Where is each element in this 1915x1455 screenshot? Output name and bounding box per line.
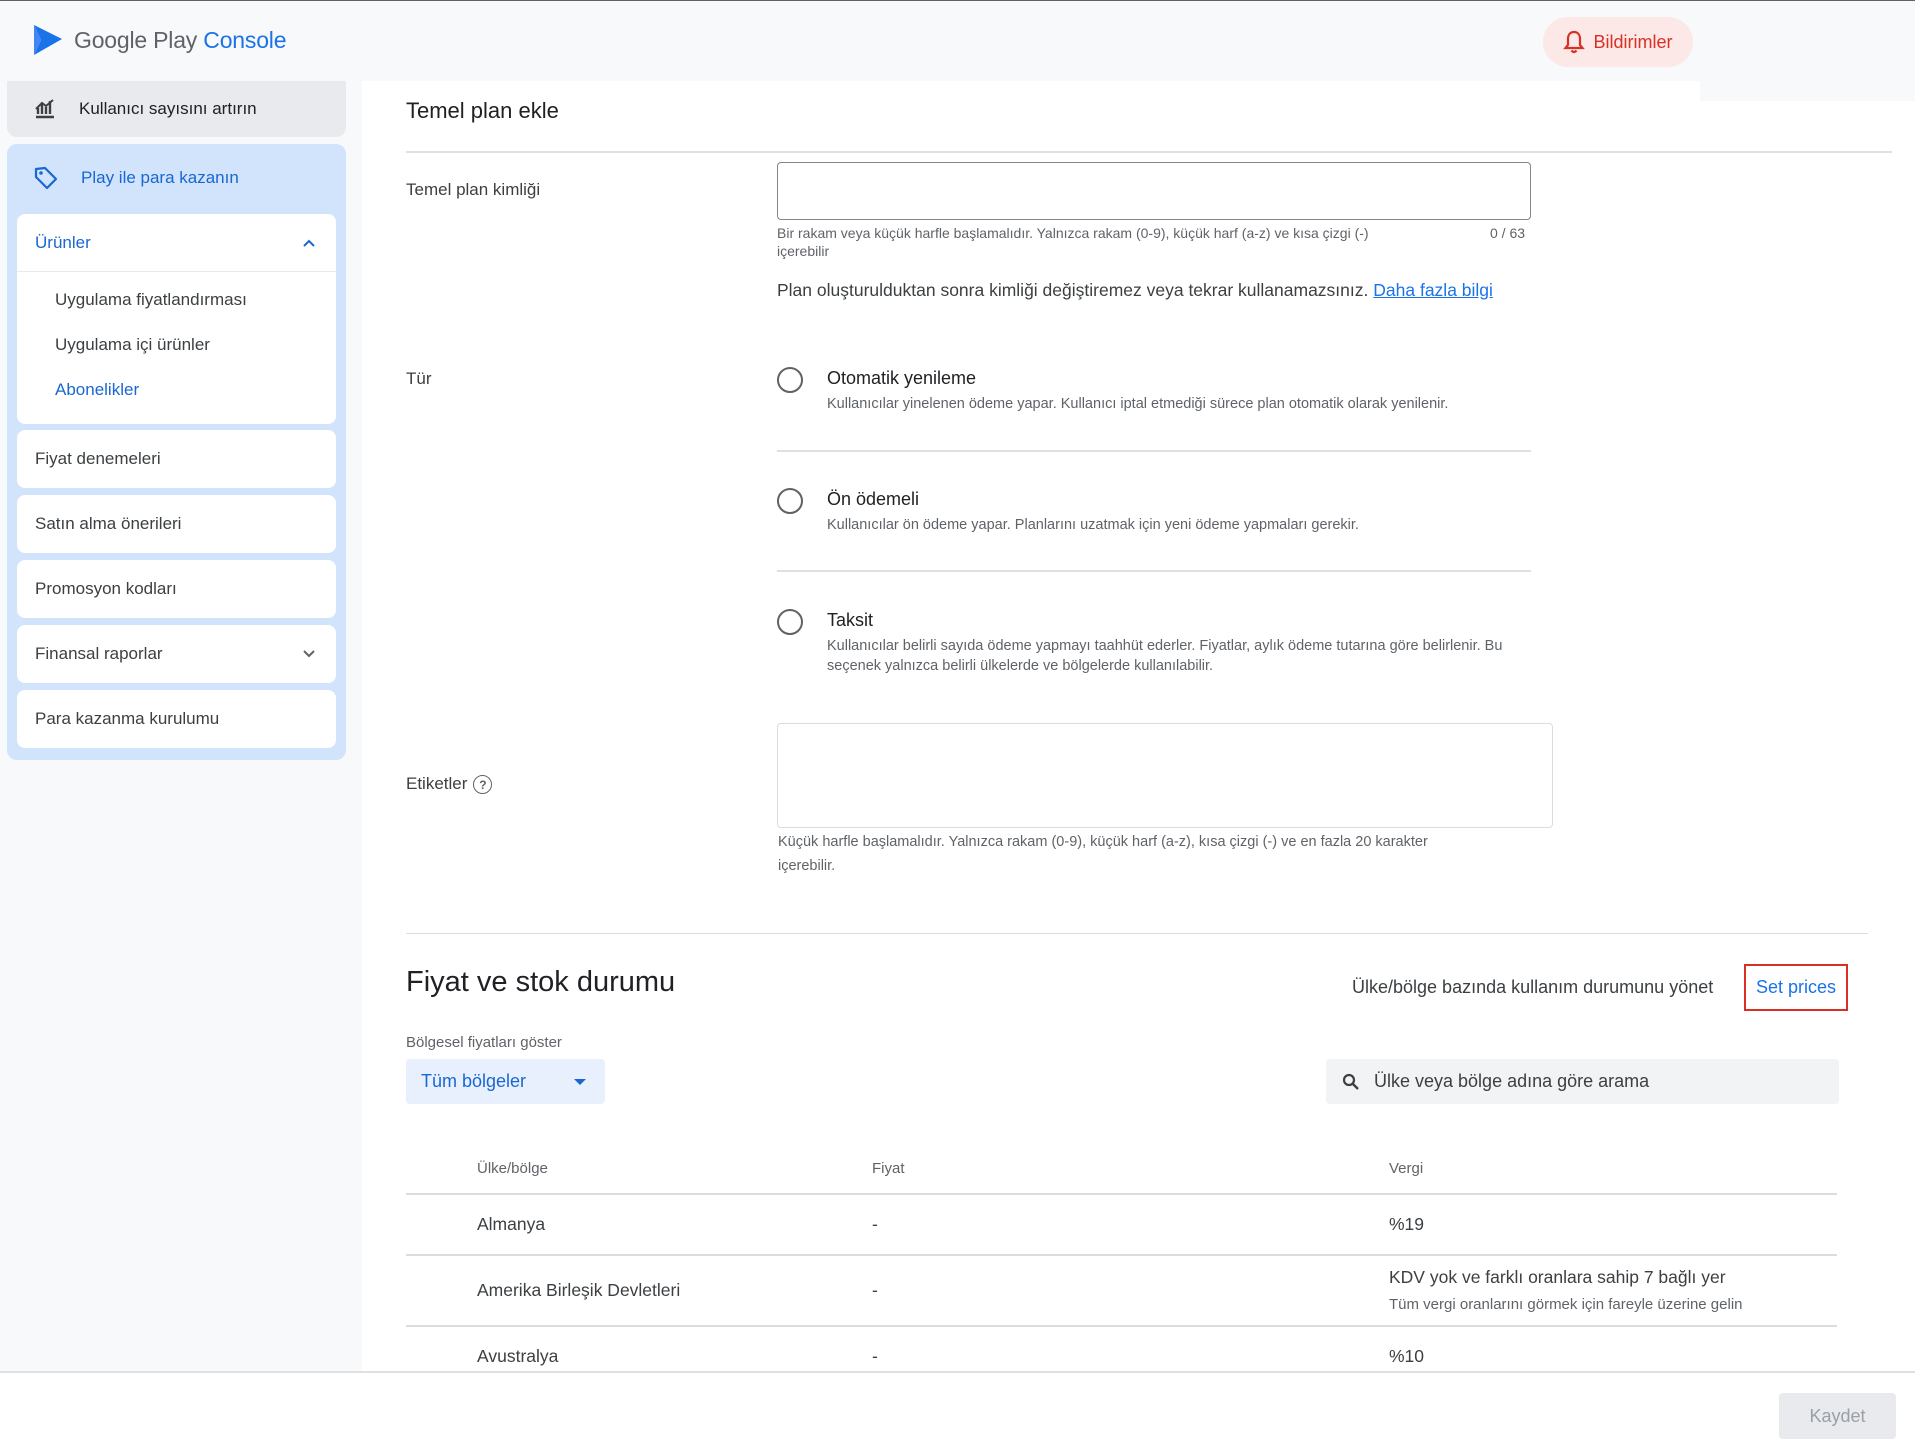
tags-label-text: Etiketler	[406, 774, 468, 793]
radio-auto-renew[interactable]	[777, 367, 803, 393]
divider	[406, 1193, 1837, 1195]
country-search[interactable]	[1326, 1059, 1839, 1104]
pricing-section-title: Fiyat ve stok durumu	[406, 966, 676, 998]
notifications-label: Bildirimler	[1593, 31, 1673, 52]
column-header-price[interactable]: Fiyat	[872, 1160, 905, 1177]
divider	[406, 933, 1868, 934]
chevron-down-icon	[303, 650, 315, 658]
hint-line: Küçük harfle başlamalıdır. Yalnızca raka…	[778, 834, 1428, 850]
regional-prices-label: Bölgesel fiyatları göster	[406, 1034, 562, 1051]
radio-installments[interactable]	[777, 609, 803, 635]
column-header-tax[interactable]: Vergi	[1389, 1160, 1423, 1177]
sidebar: Kullanıcı sayısını artırın Play ile para…	[0, 81, 362, 1371]
logo-text: Google Play Console	[74, 26, 287, 53]
chevron-up-icon	[303, 239, 315, 247]
divider	[406, 1325, 1837, 1327]
top-bar: Google Play Console Bildirimler	[0, 0, 1915, 81]
play-console-logo[interactable]: Google Play Console	[32, 23, 286, 57]
sidebar-item-label: Play ile para kazanın	[81, 168, 239, 187]
sidebar-item-label: Finansal raporlar	[35, 644, 163, 663]
price-tag-icon	[34, 166, 58, 190]
save-button[interactable]: Kaydet	[1779, 1393, 1896, 1439]
tags-label: Etiketler?	[406, 774, 493, 795]
sidebar-item-monetize[interactable]: Play ile para kazanın	[7, 144, 346, 212]
base-plan-id-note: Plan oluşturulduktan sonra kimliği değiş…	[777, 280, 1493, 301]
set-prices-button[interactable]: Set prices	[1744, 964, 1848, 1011]
sidebar-item-label: Fiyat denemeleri	[35, 449, 161, 468]
radio-auto-renew-description: Kullanıcılar yinelenen ödeme yapar. Kull…	[827, 396, 1449, 412]
radio-prepaid-description: Kullanıcılar ön ödeme yapar. Planlarını …	[827, 517, 1359, 533]
table-cell-tax: %10	[1389, 1346, 1425, 1366]
sidebar-item-label: Satın alma önerileri	[35, 514, 182, 533]
footer-bar: Kaydet	[0, 1371, 1915, 1455]
sidebar-item-label: Ürünler	[35, 232, 91, 252]
table-cell-country: Almanya	[477, 1214, 546, 1234]
table-cell-country: Avustralya	[477, 1346, 559, 1366]
radio-prepaid[interactable]	[777, 488, 803, 514]
sidebar-item-products[interactable]: Ürünler	[17, 214, 336, 272]
radio-installments-description: Kullanıcılar belirli sayıda ödeme yapmay…	[827, 638, 1503, 674]
sidebar-group-monetize: Play ile para kazanın Ürünler Uygulama f…	[7, 144, 346, 760]
hint-line: içerebilir	[777, 243, 830, 259]
radio-prepaid-title: Ön ödemeli	[827, 489, 920, 509]
sidebar-item-label: Promosyon kodları	[35, 579, 177, 598]
hint-line: Bir rakam veya küçük harfle başlamalıdır…	[777, 225, 1369, 241]
table-cell-price: -	[872, 1280, 878, 1300]
play-console-logo-icon	[34, 25, 62, 55]
base-plan-id-input[interactable]	[777, 162, 1531, 220]
sidebar-subitem-in-app-products[interactable]: Uygulama içi ürünler	[55, 335, 210, 355]
sidebar-item-monetization-setup[interactable]: Para kazanma kurulumu	[17, 690, 336, 748]
table-cell-tax-hint: Tüm vergi oranlarını görmek için fareyle…	[1389, 1296, 1743, 1313]
radio-auto-renew-title: Otomatik yenileme	[827, 368, 977, 388]
header-edge	[1700, 81, 1915, 101]
help-icon[interactable]: ?	[473, 775, 493, 795]
country-search-input[interactable]	[1374, 1071, 1814, 1092]
base-plan-id-label: Temel plan kimliği	[406, 180, 541, 199]
divider	[406, 1254, 1837, 1256]
type-label: Tür	[406, 369, 432, 388]
character-counter: 0 / 63	[1490, 225, 1526, 241]
sidebar-item-label: Kullanıcı sayısını artırın	[79, 99, 257, 118]
manage-availability-label: Ülke/bölge bazında kullanım durumunu yön…	[1352, 977, 1714, 997]
sidebar-item-promo-codes[interactable]: Promosyon kodları	[17, 560, 336, 618]
sidebar-item-label: Para kazanma kurulumu	[35, 709, 220, 728]
divider	[777, 450, 1531, 452]
table-cell-country: Amerika Birleşik Devletleri	[477, 1280, 681, 1300]
table-cell-tax: KDV yok ve farklı oranlara sahip 7 bağlı…	[1389, 1267, 1726, 1287]
region-dropdown[interactable]: Tüm bölgeler	[406, 1059, 605, 1104]
tags-input[interactable]	[777, 723, 1553, 828]
sidebar-item-price-experiments[interactable]: Fiyat denemeleri	[17, 430, 336, 488]
column-header-country[interactable]: Ülke/bölge	[477, 1160, 548, 1177]
growth-chart-icon	[35, 99, 54, 119]
table-cell-price: -	[872, 1346, 878, 1366]
divider	[777, 570, 1531, 572]
tags-hint: Küçük harfle başlamalıdır. Yalnızca raka…	[778, 830, 1538, 878]
page-title: Temel plan ekle	[406, 98, 559, 123]
sidebar-item-grow-users[interactable]: Kullanıcı sayısını artırın	[7, 81, 346, 137]
divider	[406, 151, 1892, 153]
table-cell-price: -	[872, 1214, 878, 1234]
hint-line: içerebilir.	[778, 858, 836, 874]
sidebar-products-section: Ürünler Uygulama fiyatlandırması Uygulam…	[17, 214, 336, 424]
base-plan-id-hint: Bir rakam veya küçük harfle başlamalıdır…	[777, 224, 1457, 260]
sidebar-item-financial-reports[interactable]: Finansal raporlar	[17, 625, 336, 683]
table-cell-tax: %19	[1389, 1214, 1425, 1234]
search-icon	[1342, 1073, 1359, 1090]
region-dropdown-value: Tüm bölgeler	[421, 1071, 527, 1091]
sidebar-item-purchase-options[interactable]: Satın alma önerileri	[17, 495, 336, 553]
radio-installments-title: Taksit	[827, 610, 874, 630]
learn-more-link[interactable]: Daha fazla bilgi	[1373, 280, 1493, 300]
sidebar-subitem-app-pricing[interactable]: Uygulama fiyatlandırması	[55, 290, 247, 310]
bell-icon	[1563, 30, 1586, 54]
sidebar-subitem-subscriptions[interactable]: Abonelikler	[55, 380, 139, 400]
dropdown-arrow-icon	[574, 1078, 586, 1085]
notifications-button[interactable]: Bildirimler	[1543, 17, 1693, 67]
note-text: Plan oluşturulduktan sonra kimliği değiş…	[777, 280, 1369, 300]
